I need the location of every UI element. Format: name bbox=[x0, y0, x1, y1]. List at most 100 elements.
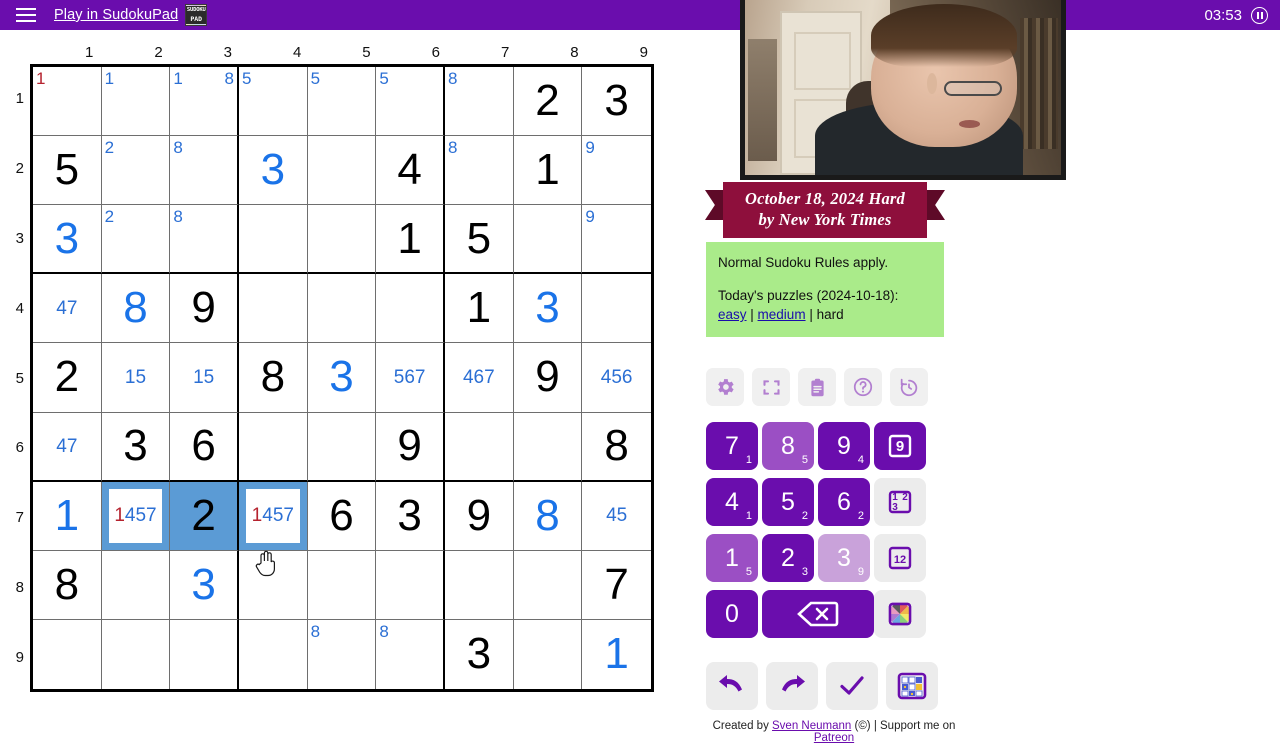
grid-cell-r8c1[interactable]: 8 bbox=[33, 550, 102, 620]
grid-cell-r5c6[interactable]: 567 bbox=[376, 343, 445, 413]
grid-cell-r7c2[interactable]: 1 457 bbox=[101, 481, 171, 551]
grid-cell-r9c1[interactable] bbox=[33, 619, 102, 689]
grid-cell-r8c9[interactable]: 7 bbox=[582, 551, 651, 620]
grid-cell-r4c5[interactable] bbox=[307, 274, 377, 344]
grid-cell-r9c4[interactable] bbox=[239, 619, 308, 689]
grid-cell-r6c9[interactable]: 8 bbox=[582, 413, 651, 482]
keypad-key-5[interactable]: 52 bbox=[762, 478, 814, 526]
grid-cell-r1c9[interactable]: 3 bbox=[582, 67, 651, 137]
patreon-link[interactable]: Patreon bbox=[814, 732, 854, 744]
grid-cell-r8c6[interactable] bbox=[376, 550, 445, 620]
grid-cell-r3c1[interactable]: 3 bbox=[33, 205, 102, 275]
grid-cell-r9c7[interactable]: 3 bbox=[445, 619, 514, 689]
grid-cell-r3c9[interactable]: 9 bbox=[582, 205, 651, 275]
grid-cell-r5c4[interactable]: 8 bbox=[238, 343, 308, 413]
grid-cell-r7c3[interactable]: 2 bbox=[170, 481, 239, 551]
grid-cell-r9c5[interactable]: 8 bbox=[308, 619, 377, 689]
grid-cell-r2c6[interactable]: 4 bbox=[376, 136, 445, 206]
sudokupad-logo-icon[interactable]: SUDOKU PAD bbox=[185, 4, 208, 26]
grid-cell-r7c4[interactable]: 1 457 bbox=[238, 481, 308, 551]
grid-cell-r3c3[interactable]: 8 bbox=[170, 205, 239, 275]
keypad-key-8[interactable]: 85 bbox=[762, 422, 814, 470]
grid-cell-r2c8[interactable]: 1 bbox=[513, 136, 583, 206]
grid-tools-button[interactable] bbox=[886, 662, 938, 710]
grid-cell-r3c7[interactable]: 5 bbox=[444, 205, 514, 275]
grid-cell-r8c4[interactable] bbox=[238, 550, 308, 620]
easy-link[interactable]: easy bbox=[718, 307, 747, 322]
grid-cell-r5c8[interactable]: 9 bbox=[513, 343, 583, 413]
grid-cell-r9c2[interactable] bbox=[102, 619, 171, 689]
keypad-key-7[interactable]: 71 bbox=[706, 422, 758, 470]
grid-cell-r7c6[interactable]: 3 bbox=[376, 481, 445, 551]
keypad-key-3[interactable]: 39 bbox=[818, 534, 870, 582]
grid-cell-r7c5[interactable]: 6 bbox=[307, 481, 377, 551]
grid-cell-r6c1[interactable]: 47 bbox=[33, 412, 102, 482]
grid-cell-r3c8[interactable] bbox=[513, 205, 583, 275]
grid-cell-r1c8[interactable]: 2 bbox=[513, 67, 583, 137]
grid-cell-r4c1[interactable]: 47 bbox=[33, 274, 102, 344]
grid-cell-r5c5[interactable]: 3 bbox=[307, 343, 377, 413]
author-link[interactable]: Sven Neumann bbox=[772, 720, 851, 732]
restart-button[interactable] bbox=[890, 368, 928, 406]
grid-cell-r5c9[interactable]: 456 bbox=[582, 343, 651, 413]
grid-cell-r6c2[interactable]: 3 bbox=[101, 412, 171, 482]
grid-cell-r9c8[interactable] bbox=[514, 619, 583, 689]
help-button[interactable] bbox=[844, 368, 882, 406]
grid-cell-r6c6[interactable]: 9 bbox=[376, 412, 445, 482]
grid-cell-r3c4[interactable] bbox=[238, 205, 308, 275]
redo-button[interactable] bbox=[766, 662, 818, 710]
grid-cell-r5c1[interactable]: 2 bbox=[33, 343, 102, 413]
grid-cell-r8c8[interactable] bbox=[513, 550, 583, 620]
keypad-delete-button[interactable] bbox=[762, 590, 874, 638]
fullscreen-button[interactable] bbox=[752, 368, 790, 406]
undo-button[interactable] bbox=[706, 662, 758, 710]
sudoku-grid[interactable]: 1 1 1 8 5 5 5 8 2 3 5 2 8 3 4 8 1 9 3 2 8 1 5 9 47 8 9 1 3 2 15 15 8 3 567… bbox=[30, 64, 654, 692]
grid-cell-r5c3[interactable]: 15 bbox=[170, 343, 239, 413]
grid-cell-r2c7[interactable]: 8 bbox=[444, 136, 514, 206]
play-in-sudokupad-link[interactable]: Play in SudokuPad bbox=[54, 7, 178, 23]
grid-cell-r8c3[interactable]: 3 bbox=[170, 550, 239, 620]
grid-cell-r5c7[interactable]: 467 bbox=[444, 343, 514, 413]
corner-mode-button[interactable]: 123 bbox=[874, 478, 926, 526]
grid-cell-r7c8[interactable]: 8 bbox=[513, 481, 583, 551]
grid-cell-r6c8[interactable] bbox=[513, 412, 583, 482]
grid-cell-r4c9[interactable] bbox=[582, 274, 651, 344]
grid-cell-r2c1[interactable]: 5 bbox=[33, 136, 102, 206]
grid-cell-r3c5[interactable] bbox=[307, 205, 377, 275]
grid-cell-r6c7[interactable] bbox=[444, 412, 514, 482]
grid-cell-r1c4[interactable]: 5 bbox=[238, 67, 308, 137]
grid-cell-r4c6[interactable] bbox=[376, 274, 445, 344]
grid-cell-r6c3[interactable]: 6 bbox=[170, 412, 239, 482]
grid-cell-r2c3[interactable]: 8 bbox=[170, 136, 239, 206]
normal-mode-button[interactable]: 9 bbox=[874, 422, 926, 470]
pause-icon[interactable] bbox=[1251, 6, 1268, 24]
grid-cell-r1c3[interactable]: 18 bbox=[170, 67, 239, 137]
keypad-key-6[interactable]: 62 bbox=[818, 478, 870, 526]
keypad-key-9[interactable]: 94 bbox=[818, 422, 870, 470]
grid-cell-r7c7[interactable]: 9 bbox=[444, 481, 514, 551]
grid-cell-r4c3[interactable]: 9 bbox=[170, 274, 239, 344]
grid-cell-r9c9[interactable]: 1 bbox=[582, 620, 651, 689]
check-button[interactable] bbox=[826, 662, 878, 710]
grid-cell-r9c6[interactable]: 8 bbox=[376, 619, 445, 689]
centre-mode-button[interactable]: 12 bbox=[874, 534, 926, 582]
grid-cell-r2c2[interactable]: 2 bbox=[101, 136, 171, 206]
grid-cell-r9c3[interactable] bbox=[170, 619, 239, 689]
grid-cell-r8c7[interactable] bbox=[444, 550, 514, 620]
keypad-key-1[interactable]: 15 bbox=[706, 534, 758, 582]
grid-cell-r1c2[interactable]: 1 bbox=[101, 67, 171, 137]
keypad-key-2[interactable]: 23 bbox=[762, 534, 814, 582]
grid-cell-r7c1[interactable]: 1 bbox=[33, 481, 102, 551]
grid-cell-r1c7[interactable]: 8 bbox=[444, 67, 514, 137]
grid-cell-r4c7[interactable]: 1 bbox=[444, 274, 514, 344]
grid-cell-r4c8[interactable]: 3 bbox=[513, 274, 583, 344]
colour-mode-button[interactable] bbox=[874, 590, 926, 638]
keypad-key-4[interactable]: 41 bbox=[706, 478, 758, 526]
grid-cell-r8c2[interactable] bbox=[101, 550, 171, 620]
medium-link[interactable]: medium bbox=[758, 307, 806, 322]
hamburger-menu-icon[interactable] bbox=[8, 0, 44, 30]
grid-cell-r2c5[interactable] bbox=[307, 136, 377, 206]
rules-button[interactable] bbox=[798, 368, 836, 406]
settings-button[interactable] bbox=[706, 368, 744, 406]
grid-cell-r2c9[interactable]: 9 bbox=[582, 136, 651, 206]
